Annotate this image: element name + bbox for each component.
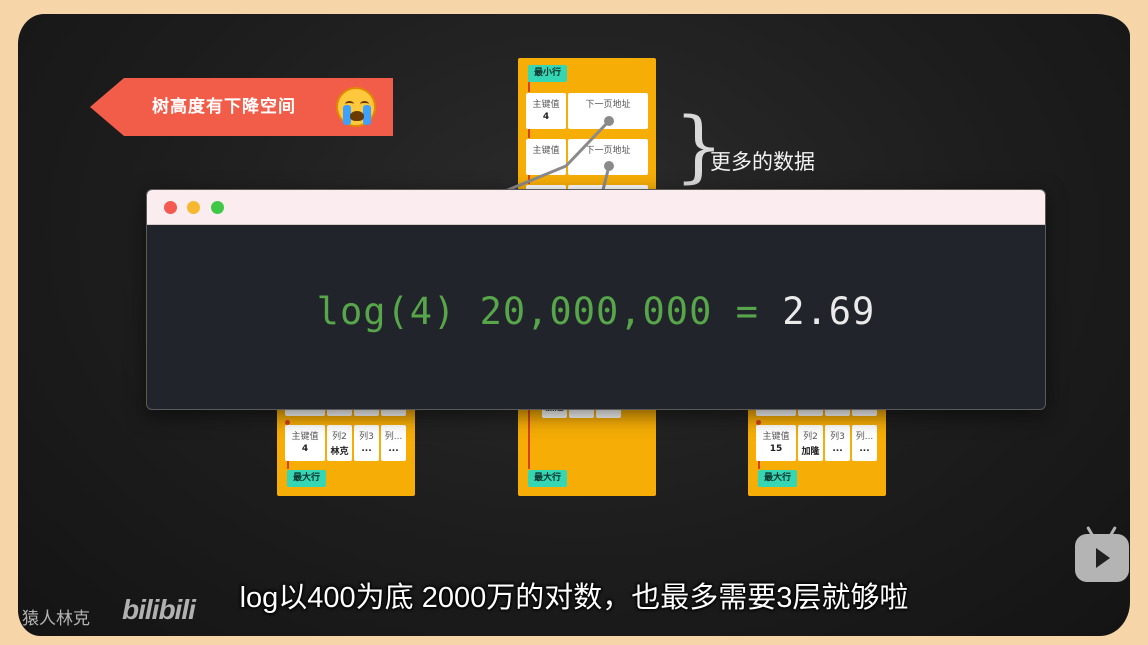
column-value: ... xyxy=(388,444,399,454)
column-value: ... xyxy=(832,444,843,454)
bilibili-tv-icon xyxy=(1075,526,1129,582)
column-cell: 列3 ... xyxy=(354,425,379,461)
pointer-dot xyxy=(604,116,614,126)
bilibili-logo: bilibili xyxy=(122,594,196,625)
expression-result: 2.69 xyxy=(782,290,876,333)
column-value: ... xyxy=(361,444,372,454)
column-cell: 列... ... xyxy=(381,425,406,461)
window-title-bar xyxy=(147,190,1045,225)
play-icon xyxy=(1096,548,1110,568)
close-window-button[interactable] xyxy=(164,201,177,214)
pointer-dot xyxy=(604,161,614,171)
minimize-window-button[interactable] xyxy=(187,201,200,214)
column-label: 列3 xyxy=(359,432,374,442)
column-value: ... xyxy=(859,444,870,454)
key-cell: 主键值 15 xyxy=(756,425,796,461)
key-value: 4 xyxy=(301,444,309,454)
max-row-badge: 最大行 xyxy=(287,470,327,487)
key-cell: 主键值 4 xyxy=(285,425,325,461)
key-value: 15 xyxy=(769,444,783,454)
column-value: 加隆 xyxy=(801,447,820,457)
more-data-label: 更多的数据 xyxy=(710,150,815,174)
code-window: log(4) 20,000,000 = 2.69 xyxy=(146,189,1046,410)
leaf-page-middle: 加隆 ... ... 最大行 xyxy=(518,396,656,496)
max-row-badge: 最大行 xyxy=(758,470,798,487)
expression-text: log(4) 20,000,000 = xyxy=(316,290,783,333)
column-label: 列2 xyxy=(332,432,347,442)
leaf-page-left: 主键值 4 列2 林克 列3 ... 列... ... 最大行 xyxy=(277,396,415,496)
max-row-badge: 最大行 xyxy=(528,470,568,487)
row-link-line xyxy=(758,461,760,469)
column-cell: 列... ... xyxy=(852,425,877,461)
key-label: 主键值 xyxy=(291,432,319,442)
leaf-record: 主键值 15 列2 加隆 列3 ... 列... ... xyxy=(756,425,877,461)
log-expression: log(4) 20,000,000 = 2.69 xyxy=(147,290,1045,333)
video-frame: 树高度有下降空间 最小行 主键值 4 下一页地址 主键值 下一页地址} 更多的… xyxy=(18,14,1130,636)
leaf-page-right: 主键值 15 列2 加隆 列3 ... 列... ... 最大行 xyxy=(748,396,886,496)
column-label: 列2 xyxy=(803,432,818,442)
pointer-line xyxy=(564,119,611,168)
row-link-line xyxy=(528,406,530,469)
column-label: 列3 xyxy=(830,432,845,442)
leaf-record: 主键值 4 列2 林克 列3 ... 列... ... xyxy=(285,425,406,461)
column-cell: 列2 林克 xyxy=(327,425,352,461)
column-cell: 列2 加隆 xyxy=(798,425,823,461)
row-link-line xyxy=(287,461,289,469)
column-label: 列... xyxy=(855,432,874,442)
column-value: 林克 xyxy=(330,447,349,457)
maximize-window-button[interactable] xyxy=(211,201,224,214)
column-cell: 列3 ... xyxy=(825,425,850,461)
column-label: 列... xyxy=(384,432,403,442)
author-watermark: 猿人林克 xyxy=(22,609,90,628)
key-label: 主键值 xyxy=(762,432,790,442)
